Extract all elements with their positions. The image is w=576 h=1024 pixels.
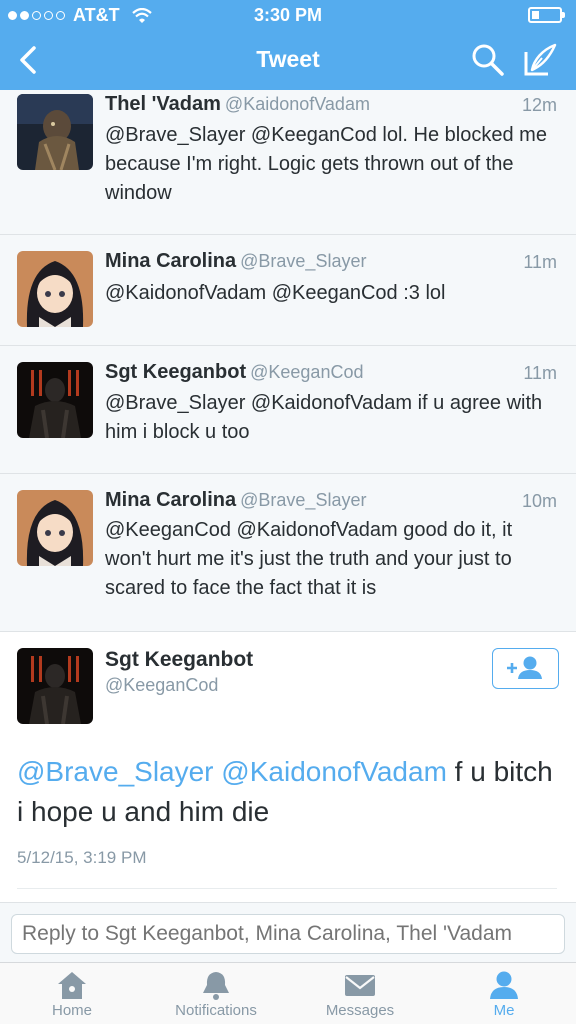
conversation-list: Thel 'Vadam @KaidonofVadam 12m @Brave_Sla… (0, 90, 576, 632)
tweet-row[interactable]: Mina Carolina @Brave_Slayer 11m @Kaidonof… (0, 235, 576, 346)
tab-home[interactable]: Home (0, 963, 144, 1024)
tweet-time: 12m (521, 95, 557, 115)
divider (17, 888, 557, 889)
tweet-time: 11m (523, 363, 557, 383)
author-handle: @Brave_Slayer (240, 490, 367, 510)
header: AT&T 3:30 PM Tweet (0, 0, 576, 90)
mention-link[interactable]: @Brave_Slayer (17, 756, 214, 787)
battery-icon (528, 7, 565, 23)
tab-messages[interactable]: Messages (288, 963, 432, 1024)
author-name[interactable]: Mina Carolina @Brave_Slayer (105, 489, 366, 512)
tweet-text: @Brave_Slayer @KaidonofVadam f u bitch i… (17, 752, 562, 832)
tweet-text: @Brave_Slayer @KeeganCod lol. He blocked… (105, 124, 547, 204)
avatar[interactable] (17, 648, 93, 724)
author-name[interactable]: Sgt Keeganbot (105, 648, 253, 672)
home-icon (58, 972, 86, 999)
tab-label: Messages (325, 1002, 395, 1019)
person-icon (490, 971, 518, 999)
status-time: 3:30 PM (253, 5, 323, 25)
navigation-bar: Tweet (0, 30, 576, 90)
tab-label: Notifications (175, 1002, 257, 1019)
tweet-row[interactable]: Thel 'Vadam @KaidonofVadam 12m @Brave_Sla… (0, 90, 576, 235)
reply-bar (0, 902, 576, 962)
add-user-icon (507, 656, 542, 679)
author-name[interactable]: Thel 'Vadam @KaidonofVadam (105, 93, 370, 116)
tweet-time: 10m (521, 491, 557, 511)
tab-notifications[interactable]: Notifications (144, 963, 288, 1024)
search-icon[interactable] (470, 42, 506, 78)
mention-link[interactable]: @KaidonofVadam (221, 756, 447, 787)
author-handle: @Brave_Slayer (240, 251, 367, 271)
follow-button[interactable] (492, 648, 559, 689)
tab-bar: Home Notifications Messages Me (0, 962, 576, 1024)
author-handle[interactable]: @KeeganCod (105, 675, 218, 696)
avatar[interactable] (17, 362, 93, 438)
author-name[interactable]: Mina Carolina @Brave_Slayer (105, 250, 366, 273)
status-bar: AT&T 3:30 PM (0, 0, 576, 30)
tweet-timestamp: 5/12/15, 3:19 PM (17, 848, 147, 867)
tweet-text: @KeeganCod @KaidonofVadam good do it, it… (105, 519, 513, 599)
tab-me[interactable]: Me (432, 963, 576, 1024)
compose-tweet-icon[interactable] (520, 40, 560, 80)
author-handle: @KaidonofVadam (224, 94, 370, 114)
avatar[interactable] (17, 490, 93, 566)
tab-label: Home (51, 1002, 92, 1019)
avatar[interactable] (17, 251, 93, 327)
author-handle: @KeeganCod (250, 362, 364, 382)
tweet-row[interactable]: Sgt Keeganbot @KeeganCod 11m @Brave_Slaye… (0, 346, 576, 474)
focused-tweet: Sgt Keeganbot @KeeganCod @Brave_Slayer @… (0, 632, 576, 902)
tweet-time: 11m (523, 252, 557, 272)
author-name[interactable]: Sgt Keeganbot @KeeganCod (105, 361, 363, 384)
tweet-row[interactable]: Mina Carolina @Brave_Slayer 10m @KeeganCo… (0, 474, 576, 632)
tab-label: Me (493, 1002, 515, 1019)
bell-icon (203, 972, 229, 1000)
tweet-text: @Brave_Slayer @KaidonofVadam if u agree … (105, 392, 543, 443)
reply-input[interactable] (11, 914, 565, 954)
avatar[interactable] (17, 94, 93, 170)
envelope-icon (345, 975, 375, 996)
tweet-text: @KaidonofVadam @KeeganCod :3 lol (105, 282, 446, 304)
